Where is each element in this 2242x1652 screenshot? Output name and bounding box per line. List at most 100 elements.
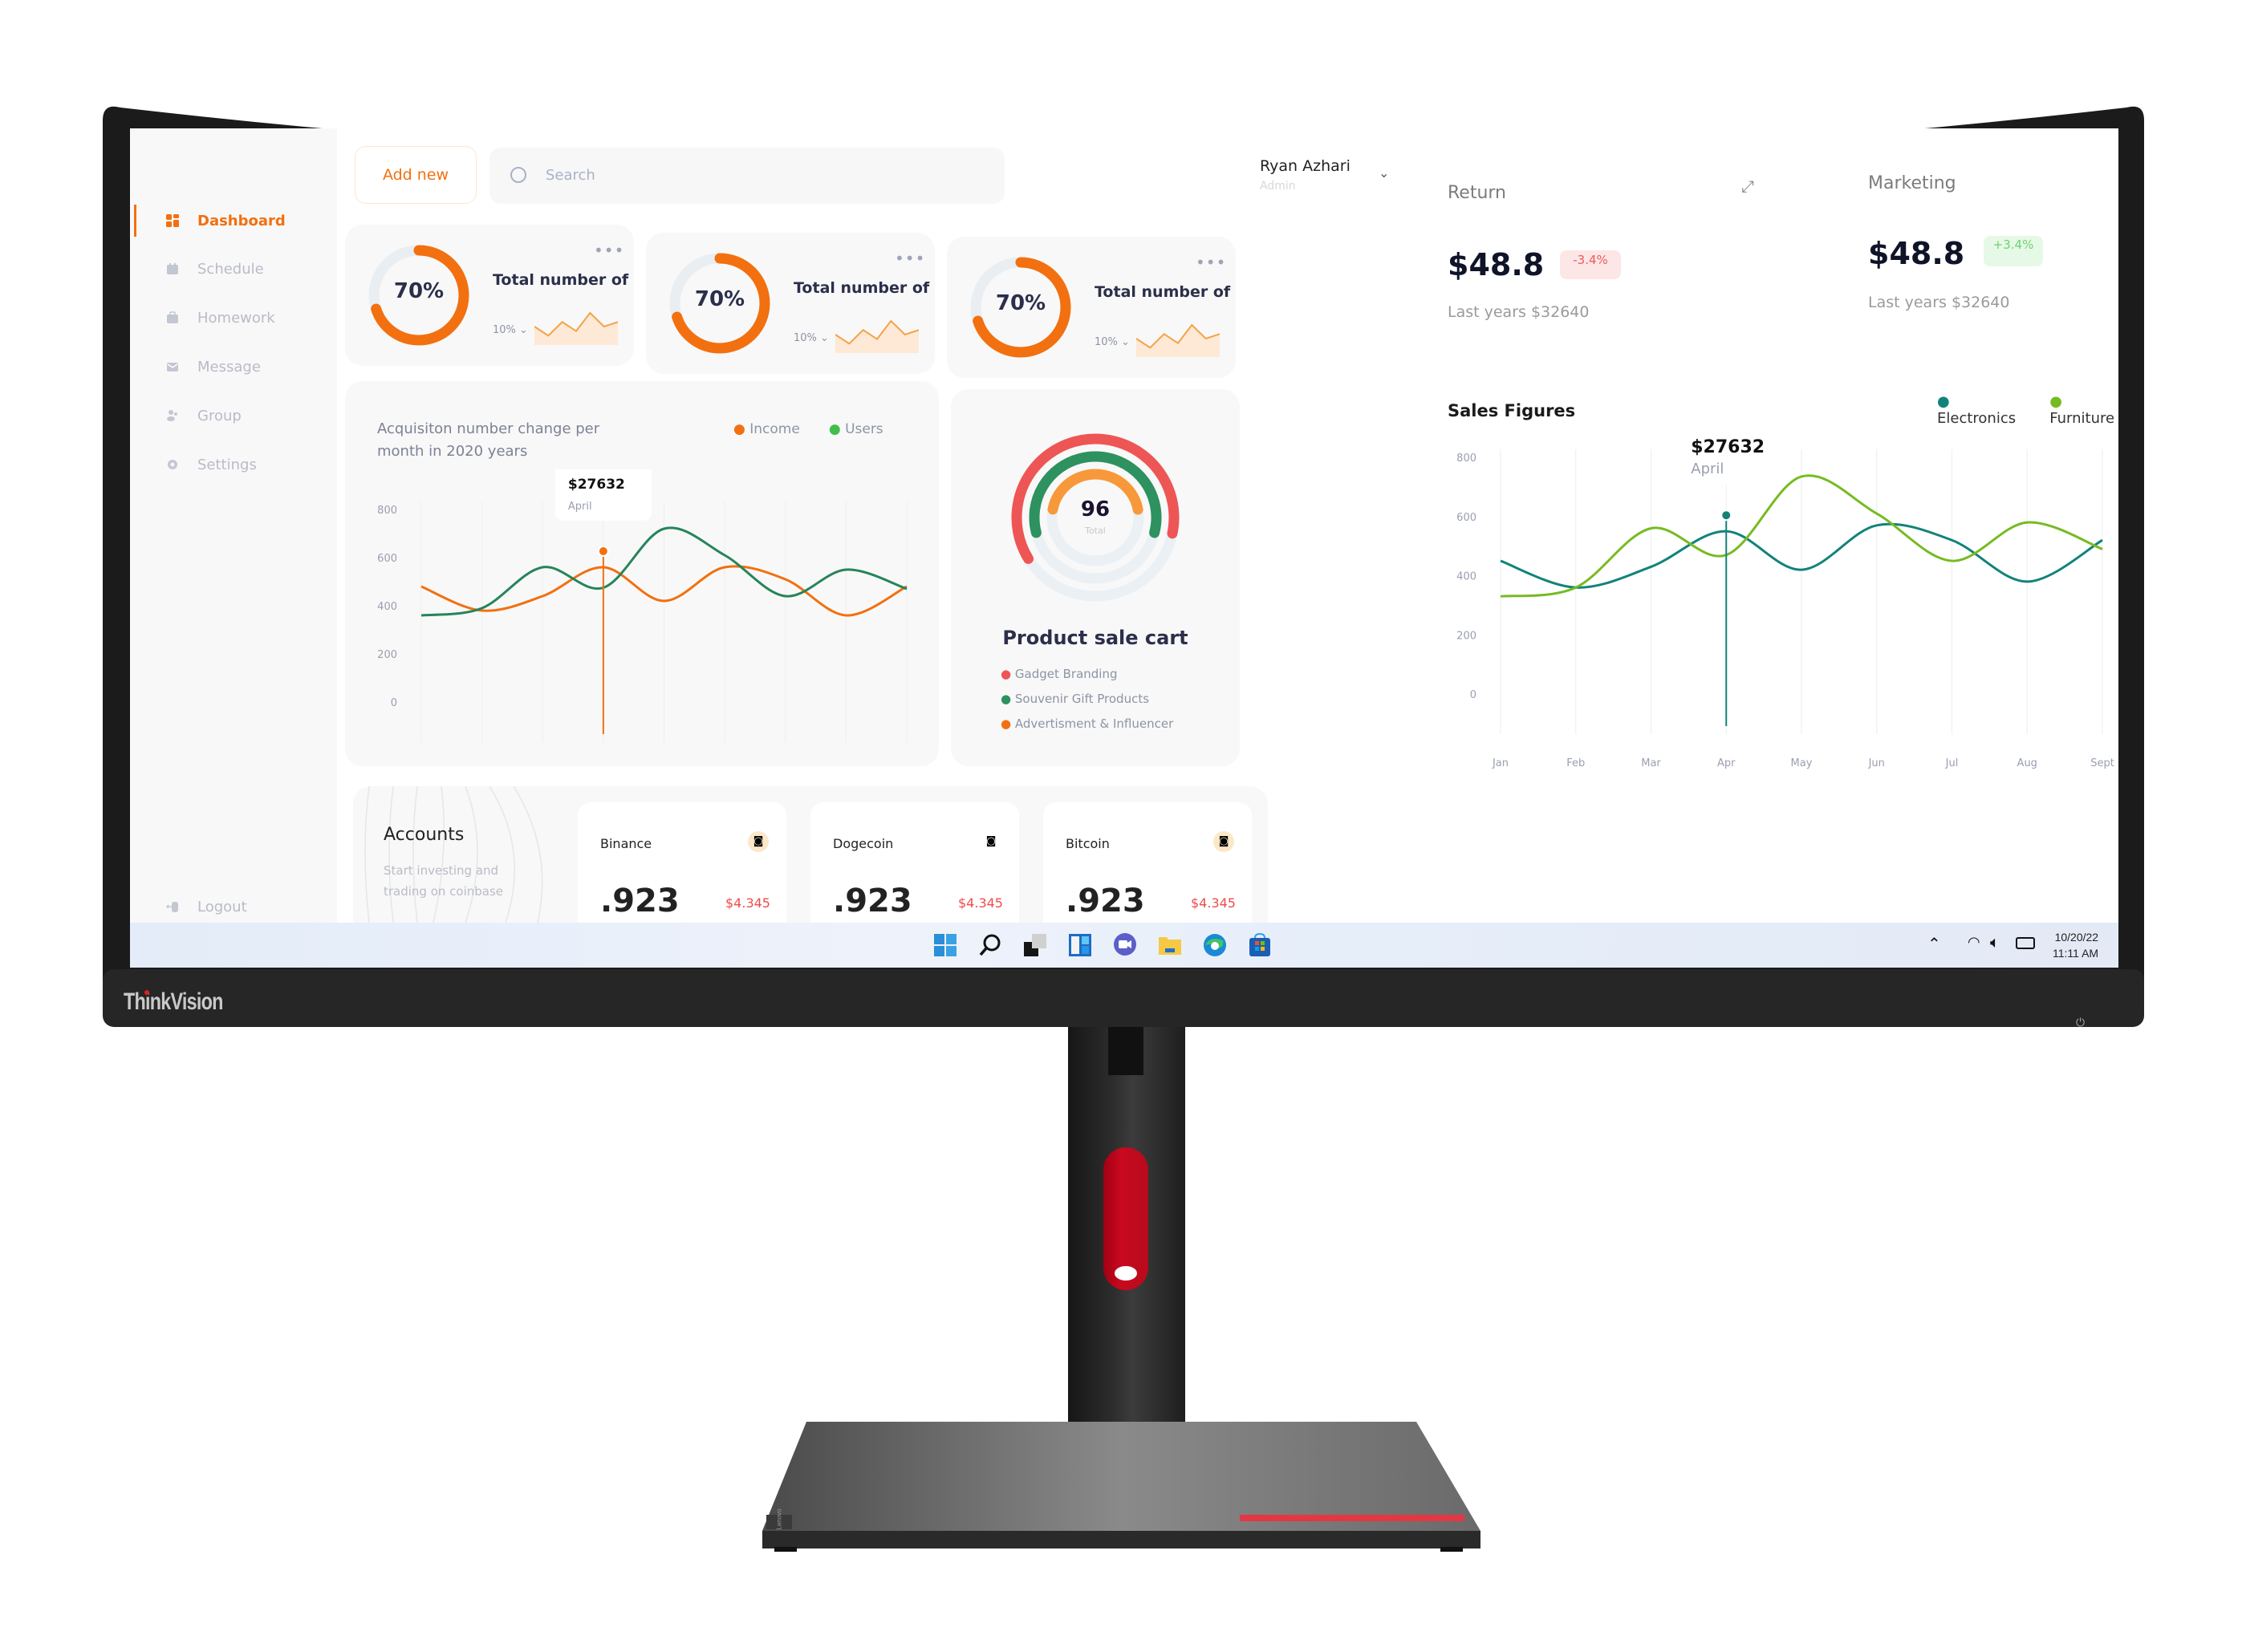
- tooltip-point: [597, 546, 609, 557]
- stat-card: 70% Total number of 10% ⌄ •••: [646, 233, 935, 374]
- sidebar-item-group[interactable]: Group: [130, 400, 337, 432]
- mail-icon: [167, 363, 178, 371]
- sidebar-item-label: Homework: [197, 309, 275, 327]
- widgets-icon[interactable]: [1067, 932, 1093, 958]
- y-tick-label: 800: [1456, 453, 1476, 465]
- sidebar-item-homework[interactable]: Homework: [130, 302, 337, 334]
- sidebar-item-dashboard[interactable]: Dashboard: [130, 205, 337, 237]
- chevron-down-icon: ⌄: [1379, 165, 1390, 181]
- sparkline: [534, 311, 618, 345]
- chart-legend: ● Income ● Users: [733, 421, 883, 437]
- stat-change: 10% ⌄: [493, 324, 528, 336]
- x-tick-label: Mar: [1641, 757, 1661, 769]
- sidebar-item-settings[interactable]: Settings: [130, 449, 337, 481]
- lenovo-badge: Lenovo: [775, 1508, 783, 1530]
- acquisition-line-chart: Jan Feb Mar Apr May Jun Jul Aug Sept 0 200 400 600 80…: [377, 469, 919, 766]
- legend-label: Users: [845, 421, 883, 437]
- kpi-title-marketing: Marketing: [1868, 173, 1956, 193]
- decorative-lines: [364, 786, 543, 923]
- monitor-screen: Dashboard Schedule Homework Message Grou…: [130, 128, 2118, 968]
- legend-label: Electronics: [1937, 410, 2017, 427]
- cable-hole: [1115, 1266, 1137, 1281]
- dashboard-app: Dashboard Schedule Homework Message Grou…: [130, 128, 2118, 968]
- coin-value: .923: [1066, 883, 1145, 919]
- change-value: 10%: [1095, 336, 1118, 348]
- system-clock[interactable]: 10/20/22 11:11 AM: [2053, 929, 2098, 961]
- x-tick-label: Mar: [533, 765, 553, 766]
- power-button-icon[interactable]: ⏻: [2076, 1016, 2085, 1029]
- logo-red-dot: [144, 990, 149, 995]
- progress-percent: 70%: [995, 291, 1046, 315]
- windows-taskbar: ⌃ ◠ 🔈︎ 10/20/22 11:11 AM: [130, 923, 2118, 968]
- wifi-icon[interactable]: ◠: [1968, 934, 1980, 951]
- kpi-change-badge-down: -3.4%: [1560, 250, 1621, 279]
- main-content: Add new Search Ryan Azhari Admin ⌄ 70% T…: [337, 128, 1428, 947]
- x-tick-label: Aug: [2017, 757, 2037, 769]
- coin-card-bitcoin[interactable]: Bitcoin ◙ .923 $4.345: [1043, 802, 1252, 939]
- legend-item-electronics: ● Electronics: [1937, 393, 2017, 427]
- more-options-icon[interactable]: •••: [895, 249, 925, 268]
- stat-title: Total number of: [493, 271, 629, 289]
- file-explorer-icon[interactable]: [1157, 932, 1183, 958]
- stat-card: 70% Total number of 10% ⌄ •••: [947, 237, 1236, 378]
- sidebar-item-message[interactable]: Message: [130, 351, 337, 383]
- search-input[interactable]: Search: [489, 148, 1005, 204]
- user-role: Admin: [1260, 180, 1296, 193]
- user-menu[interactable]: Ryan Azhari Admin ⌄: [1260, 157, 1389, 193]
- y-tick-label: 600: [377, 553, 397, 565]
- sparkline-area: [534, 313, 618, 345]
- tooltip-label: April: [568, 501, 592, 513]
- sidebar-item-schedule[interactable]: Schedule: [130, 253, 337, 285]
- legend-label: Income: [749, 421, 800, 437]
- x-tick-label: Jan: [412, 765, 429, 766]
- coin-name: Bitcoin: [1066, 836, 1110, 851]
- x-tick-label: Jul: [778, 765, 792, 766]
- coin-card-binance[interactable]: Binance ◙ .923 $4.345: [578, 802, 786, 939]
- battery-icon[interactable]: [2016, 937, 2035, 949]
- legend-label: Gadget Branding: [1014, 667, 1118, 681]
- chevron-up-icon[interactable]: ⌃: [1927, 934, 1941, 953]
- kpi-previous-marketing: Last years $32640: [1868, 294, 2010, 311]
- coin-name: Dogecoin: [833, 836, 894, 851]
- product-sale-card: 96 Total Product sale cart ● Gadget Bran…: [951, 389, 1240, 766]
- logout-button[interactable]: Logout: [130, 891, 337, 923]
- more-options-icon[interactable]: •••: [1196, 253, 1226, 272]
- x-tick-label: May: [1791, 757, 1813, 769]
- add-new-button[interactable]: Add new: [355, 146, 477, 204]
- total-value: 96: [1080, 497, 1111, 522]
- windows-start-icon[interactable]: [932, 932, 958, 958]
- coin-name: Binance: [600, 836, 652, 851]
- store-icon[interactable]: [1247, 932, 1273, 958]
- teams-chat-icon[interactable]: [1112, 932, 1138, 958]
- x-tick-label: Jun: [716, 765, 733, 766]
- task-view-icon[interactable]: [1022, 932, 1048, 958]
- product-sale-title: Product sale cart: [1002, 627, 1188, 649]
- kpi-title-return: Return: [1448, 183, 1507, 203]
- kpi-change-badge-up: +3.4%: [1984, 236, 2043, 266]
- kpi-value-return: $48.8: [1448, 247, 1545, 282]
- tooltip-value: $27632: [1691, 437, 1765, 457]
- coin-card-dogecoin[interactable]: Dogecoin ◙ .923 $4.345: [810, 802, 1019, 939]
- volume-icon[interactable]: 🔈︎: [1990, 932, 2000, 952]
- total-label: Total: [1085, 526, 1106, 536]
- sidebar: Dashboard Schedule Homework Message Grou…: [130, 128, 337, 923]
- accounts-subtitle: Start investing and trading on coinbase: [384, 860, 503, 902]
- calendar-icon: [167, 263, 178, 274]
- search-icon[interactable]: [977, 932, 1003, 958]
- coin-icon: ◙: [985, 835, 997, 847]
- more-options-icon[interactable]: •••: [594, 241, 624, 260]
- logout-icon: [166, 902, 178, 912]
- briefcase-icon: [167, 311, 178, 323]
- legend-item-income: ● Income: [733, 421, 800, 437]
- x-tick-label: Jan: [1492, 757, 1509, 769]
- coin-value: .923: [600, 883, 680, 919]
- tooltip-value: $27632: [568, 477, 625, 493]
- coin-price: $4.345: [958, 895, 1003, 911]
- edge-browser-icon[interactable]: [1202, 932, 1228, 958]
- legend-label: Furniture: [2049, 410, 2115, 427]
- legend-item: ● Advertisment & Influencer: [1001, 716, 1174, 731]
- cable-slot: [1108, 1027, 1143, 1075]
- sidebar-item-label: Schedule: [197, 260, 264, 278]
- expand-icon[interactable]: ⤢: [1741, 177, 1754, 196]
- legend-label: Souvenir Gift Products: [1014, 692, 1150, 706]
